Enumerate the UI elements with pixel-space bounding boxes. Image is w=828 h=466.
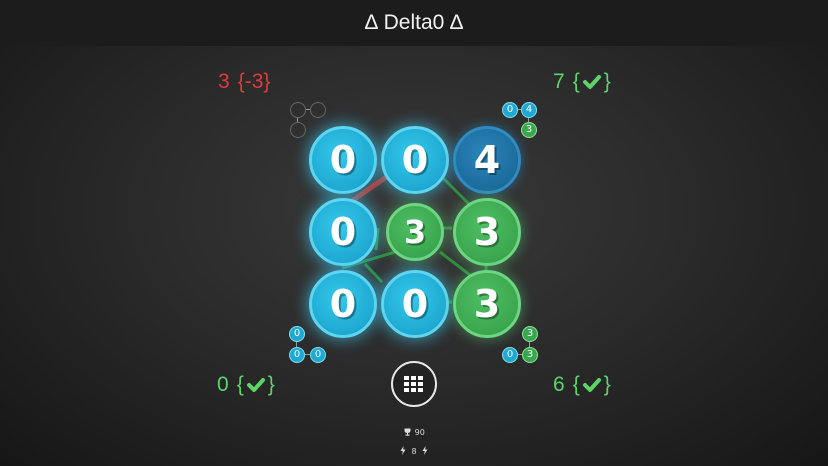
best-score: 90 xyxy=(0,428,828,437)
mini-indicator-green: 3 xyxy=(522,326,538,342)
move-count-value: 8 xyxy=(411,447,417,456)
mini-link xyxy=(305,354,310,355)
corner-close-brace: } xyxy=(603,70,611,93)
mini-indicator-green: 3 xyxy=(521,122,537,138)
tile-r1-c3[interactable]: 4 xyxy=(453,126,521,194)
bolt-icon xyxy=(422,446,428,455)
mini-link xyxy=(518,354,522,355)
bolt-icon xyxy=(400,446,406,455)
corner-open-brace: { xyxy=(572,373,580,396)
corner-value: 0 xyxy=(217,373,229,396)
corner-score-bottom-left: 0 { } xyxy=(217,374,275,395)
mini-indicator-cyan: 0 xyxy=(289,347,305,363)
corner-score-top-left: 3 {-3} xyxy=(218,71,270,92)
corner-value: 3 xyxy=(218,70,230,93)
mini-indicator-cyan: 0 xyxy=(502,102,518,118)
mini-indicator-green: 3 xyxy=(522,347,538,363)
tile-r1-c1[interactable]: 0 xyxy=(309,126,377,194)
tile-r3-c1[interactable]: 0 xyxy=(309,270,377,338)
tile-r2-c3[interactable]: 3 xyxy=(453,198,521,266)
mini-link xyxy=(518,109,521,110)
corner-score-top-right: 7 { } xyxy=(553,71,611,92)
tile-r1-c2[interactable]: 0 xyxy=(381,126,449,194)
mini-indicator-cyan: 0 xyxy=(310,347,326,363)
trophy-icon xyxy=(404,428,411,436)
mini-indicator-empty xyxy=(310,102,326,118)
tile-r3-c2[interactable]: 0 xyxy=(381,270,449,338)
mini-indicator-cyan: 0 xyxy=(502,347,518,363)
grid-icon xyxy=(404,376,423,392)
mini-link xyxy=(528,118,529,122)
corner-delta: {-3} xyxy=(237,70,271,93)
mini-link xyxy=(529,342,530,347)
link-green xyxy=(363,262,384,284)
mini-link xyxy=(306,109,310,110)
mini-link xyxy=(296,342,297,347)
corner-open-brace: { xyxy=(572,70,580,93)
tile-r3-c3[interactable]: 3 xyxy=(453,270,521,338)
check-icon xyxy=(246,377,265,392)
mini-indicator-cyan: 0 xyxy=(289,326,305,342)
corner-value: 7 xyxy=(553,70,565,93)
move-counter: 8 xyxy=(0,446,828,456)
level-menu-button[interactable] xyxy=(391,361,437,407)
corner-open-brace: { xyxy=(236,373,244,396)
best-score-value: 90 xyxy=(414,428,425,437)
mini-indicator-cyan: 4 xyxy=(521,102,537,118)
mini-indicator-empty xyxy=(290,102,306,118)
corner-score-bottom-right: 6 { } xyxy=(553,374,611,395)
check-icon xyxy=(582,377,601,392)
corner-close-brace: } xyxy=(603,373,611,396)
corner-value: 6 xyxy=(553,373,565,396)
corner-close-brace: } xyxy=(267,373,275,396)
mini-link xyxy=(297,118,298,122)
tile-r2-c2[interactable]: 3 xyxy=(386,203,444,261)
tile-r2-c1[interactable]: 0 xyxy=(309,198,377,266)
mini-indicator-empty xyxy=(290,122,306,138)
check-icon xyxy=(582,74,601,89)
